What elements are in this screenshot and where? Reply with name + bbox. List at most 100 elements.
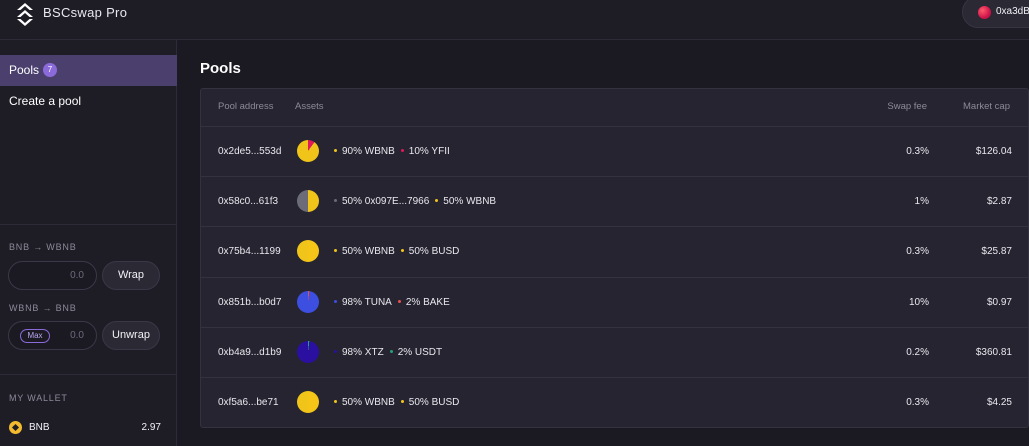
sidebar-divider [0, 224, 177, 225]
asset-color-dot-icon [397, 299, 401, 303]
asset-item: 50% BUSD [400, 246, 460, 257]
pool-composition-pie-icon [297, 190, 319, 212]
table-row[interactable]: 0x2de5...553d 90% WBNB 10% YFII 0.3% $126.04 [201, 126, 1029, 176]
bnb-token-icon [9, 421, 22, 434]
asset-item: 50% WBNB [334, 246, 395, 257]
table-row[interactable]: 0x851b...b0d7 98% TUNA 2% BAKE 10% $0.97 [201, 277, 1029, 327]
asset-color-dot-icon [400, 248, 404, 252]
pool-swap-fee: 0.3% [906, 246, 929, 257]
asset-label: 50% WBNB [342, 246, 395, 257]
asset-item: 50% WBNB [435, 196, 496, 207]
pool-composition-pie-icon [297, 140, 319, 162]
bscswap-logo-icon[interactable] [16, 3, 34, 29]
sidebar-item-pools[interactable]: Pools 7 [0, 55, 177, 86]
pool-assets: 50% 0x097E...7966 50% WBNB [334, 196, 502, 207]
asset-label: 50% WBNB [342, 397, 395, 408]
wallet-section-label: MY WALLET [9, 393, 68, 403]
unwrap-amount-value: 0.0 [70, 330, 84, 341]
pool-assets: 98% XTZ 2% USDT [334, 347, 448, 358]
asset-color-dot-icon [334, 148, 337, 152]
asset-item: 50% BUSD [400, 397, 460, 408]
pools-count-badge: 7 [43, 63, 57, 77]
wrap-section-label: BNB → WBNB [9, 242, 77, 252]
pools-table: Pool address Assets Swap fee Market cap … [200, 88, 1029, 428]
asset-item: 50% WBNB [334, 397, 395, 408]
pool-composition-pie-icon [297, 341, 319, 363]
asset-item: 50% 0x097E...7966 [334, 196, 429, 207]
pool-address: 0xf5a6...be71 [218, 397, 279, 408]
pool-address: 0x2de5...553d [218, 146, 282, 157]
asset-label: 50% BUSD [408, 246, 460, 257]
asset-label: 50% WBNB [443, 196, 497, 207]
pool-address: 0x75b4...1199 [218, 246, 281, 257]
brand-name: BSCswap Pro [43, 5, 128, 20]
unwrap-section-label: WBNB → BNB [9, 303, 77, 313]
pool-composition-pie-icon [297, 391, 319, 413]
pool-market-cap: $25.87 [981, 246, 1012, 257]
pool-address: 0x58c0...61f3 [218, 196, 279, 207]
sidebar-item-label: Pools [9, 63, 40, 77]
wallet-token-symbol: BNB [29, 422, 50, 433]
sidebar-item-create-pool[interactable]: Create a pool [0, 86, 177, 117]
column-header-cap: Market cap [963, 101, 1010, 112]
table-row[interactable]: 0x58c0...61f3 50% 0x097E...7966 50% WBNB 1%… [201, 176, 1029, 226]
pool-swap-fee: 0.2% [906, 347, 929, 358]
pool-swap-fee: 1% [914, 196, 929, 207]
asset-item: 2% BAKE [397, 297, 450, 308]
asset-color-dot-icon [400, 148, 404, 152]
table-row[interactable]: 0xf5a6...be71 50% WBNB 50% BUSD 0.3% $4.25 [201, 377, 1029, 427]
asset-item: 10% YFII [400, 146, 450, 157]
asset-color-dot-icon [334, 198, 337, 202]
asset-color-dot-icon [389, 349, 393, 353]
pool-composition-pie-icon [297, 240, 319, 262]
wrap-amount-input[interactable]: 0.0 [8, 261, 97, 290]
wrap-button[interactable]: Wrap [102, 261, 160, 290]
asset-color-dot-icon [334, 299, 337, 303]
sidebar-divider [0, 374, 177, 375]
sidebar-item-label: Create a pool [9, 94, 82, 108]
table-row[interactable]: 0xb4a9...d1b9 98% XTZ 2% USDT 0.2% $360.81 [201, 327, 1029, 377]
asset-color-dot-icon [334, 248, 337, 252]
pool-assets: 98% TUNA 2% BAKE [334, 297, 456, 308]
asset-color-dot-icon [334, 399, 337, 403]
top-header: BSCswap Pro 0xa3dB [0, 0, 1029, 40]
asset-color-dot-icon [334, 349, 337, 353]
asset-label: 10% YFII [408, 146, 450, 157]
asset-label: 98% XTZ [342, 347, 384, 358]
pool-assets: 90% WBNB 10% YFII [334, 146, 456, 157]
unwrap-button[interactable]: Unwrap [102, 321, 160, 350]
page-title: Pools [200, 60, 241, 77]
pool-market-cap: $4.25 [986, 397, 1012, 408]
pool-market-cap: $126.04 [975, 146, 1012, 157]
pool-market-cap: $360.81 [975, 347, 1012, 358]
pool-address: 0xb4a9...d1b9 [218, 347, 282, 358]
pool-assets: 50% WBNB 50% BUSD [334, 246, 465, 257]
asset-item: 90% WBNB [334, 146, 395, 157]
pool-address: 0x851b...b0d7 [218, 297, 282, 308]
asset-label: 50% 0x097E...7966 [342, 196, 430, 207]
column-header-assets: Assets [295, 101, 324, 112]
asset-color-dot-icon [435, 198, 439, 202]
table-row[interactable]: 0x75b4...1199 50% WBNB 50% BUSD 0.3% $25.87 [201, 226, 1029, 276]
column-header-address: Pool address [218, 101, 274, 112]
asset-label: 2% USDT [397, 347, 443, 358]
pool-swap-fee: 0.3% [906, 146, 929, 157]
column-header-fee: Swap fee [887, 101, 927, 112]
sidebar: Pools 7 Create a pool BNB → WBNB 0.0 Wra… [0, 40, 177, 446]
asset-item: 98% XTZ [334, 347, 384, 358]
asset-label: 50% BUSD [408, 397, 460, 408]
pool-market-cap: $0.97 [986, 297, 1012, 308]
account-address: 0xa3dB [996, 6, 1029, 17]
unwrap-amount-input[interactable]: Max 0.0 [8, 321, 97, 350]
wallet-item: BNB 2.97 [9, 421, 161, 435]
pool-market-cap: $2.87 [986, 196, 1012, 207]
account-button[interactable]: 0xa3dB [962, 0, 1029, 28]
asset-label: 90% WBNB [342, 146, 395, 157]
account-avatar-icon [978, 6, 991, 19]
asset-item: 98% TUNA [334, 297, 392, 308]
asset-label: 98% TUNA [342, 297, 392, 308]
wallet-token-balance: 2.97 [141, 422, 161, 433]
pool-assets: 50% WBNB 50% BUSD [334, 397, 465, 408]
asset-label: 2% BAKE [405, 297, 450, 308]
max-button[interactable]: Max [20, 329, 50, 343]
